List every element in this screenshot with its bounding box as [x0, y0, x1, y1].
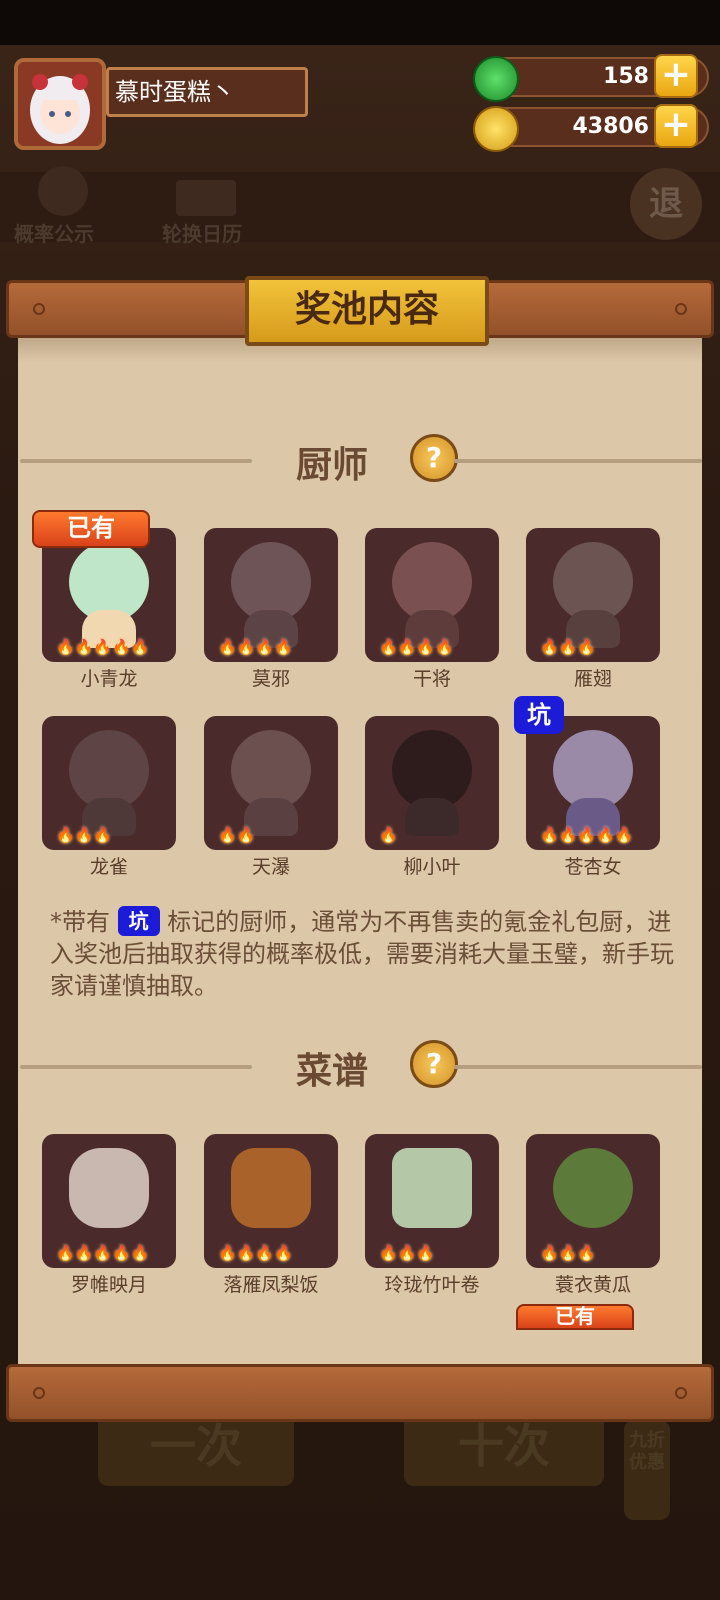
pit-tag: 坑	[514, 696, 564, 734]
chef-name: 天瀑	[251, 856, 290, 878]
chef-card[interactable]: 🔥🔥🔥🔥	[204, 528, 338, 662]
rarity-flames: 🔥🔥🔥🔥	[218, 638, 293, 656]
recipe-card[interactable]: 🔥🔥🔥	[526, 1134, 660, 1268]
nail	[33, 1387, 45, 1399]
calendar-icon[interactable]	[176, 180, 236, 216]
recipes-section-header: 菜谱 ?	[18, 1036, 702, 1096]
chef-card[interactable]: 🔥	[365, 716, 499, 850]
recipe-card[interactable]: 🔥🔥🔥🔥🔥	[42, 1134, 176, 1268]
divider-right	[454, 1065, 702, 1069]
chef-name: 苍杏女	[564, 856, 622, 878]
divider-right	[454, 459, 702, 463]
note-pit-tag: 坑	[117, 906, 160, 936]
recipe-name: 罗帷映月	[70, 1274, 147, 1296]
dish-image	[231, 1148, 311, 1228]
discount-badge: 九折优惠	[624, 1420, 670, 1520]
recipe-name: 落雁凤梨饭	[223, 1274, 319, 1296]
recipe-name: 玲珑竹叶卷	[384, 1274, 480, 1296]
dish-image	[553, 1148, 633, 1228]
rarity-flames: 🔥🔥🔥	[540, 1244, 597, 1262]
player-avatar[interactable]	[14, 58, 106, 150]
menu-strip	[0, 172, 720, 242]
exit-button[interactable]: 退	[630, 168, 702, 240]
recipes-heading: 菜谱	[295, 1051, 368, 1092]
owned-tag: 已有	[516, 1304, 634, 1330]
chef-card[interactable]: 🔥🔥🔥	[526, 528, 660, 662]
rarity-flames: 🔥🔥🔥🔥🔥	[56, 1244, 150, 1262]
chef-name: 龙雀	[89, 856, 128, 878]
chef-name: 柳小叶	[403, 856, 461, 878]
chef-body	[405, 798, 459, 836]
owned-tag: 已有	[32, 510, 150, 548]
chef-card[interactable]: 🔥🔥🔥🔥🔥	[526, 716, 660, 850]
recipe-card[interactable]: 🔥🔥🔥🔥	[204, 1134, 338, 1268]
rarity-flames: 🔥	[379, 826, 398, 844]
chef-card[interactable]: 🔥🔥🔥🔥🔥	[42, 528, 176, 662]
note-prefix: *带有	[50, 908, 110, 936]
scroll-bottom-rod	[6, 1364, 714, 1422]
rarity-flames: 🔥🔥🔥🔥🔥	[540, 826, 634, 844]
prize-pool-panel: 厨师 ? 🔥🔥🔥🔥🔥 小青龙 🔥🔥🔥🔥 莫邪 🔥🔥🔥🔥 干将 🔥🔥🔥 雁翅 已有…	[18, 338, 702, 1368]
player-name: 慕时蛋糕丶	[106, 67, 308, 117]
chef-card[interactable]: 🔥🔥🔥	[42, 716, 176, 850]
nail	[675, 1387, 687, 1399]
nail	[675, 303, 687, 315]
avatar-icon	[18, 62, 102, 146]
recipe-name: 蓑衣黄瓜	[554, 1274, 631, 1296]
chefs-help-button[interactable]: ?	[410, 434, 458, 482]
dish-image	[392, 1148, 472, 1228]
jade-icon	[473, 56, 519, 102]
chefs-heading: 厨师	[295, 445, 368, 486]
rarity-flames: 🔥🔥🔥	[540, 638, 597, 656]
divider-left	[20, 459, 252, 463]
chefs-section-header: 厨师 ?	[18, 430, 702, 490]
recipe-card[interactable]: 🔥🔥🔥	[365, 1134, 499, 1268]
calendar-label[interactable]: 轮换日历	[162, 218, 242, 247]
chef-name: 小青龙	[80, 668, 138, 690]
rarity-flames: 🔥🔥🔥	[56, 826, 113, 844]
rarity-flames: 🔥🔥	[218, 826, 256, 844]
add-coin-button[interactable]: +	[654, 104, 698, 148]
chef-card[interactable]: 🔥🔥	[204, 716, 338, 850]
probability-label[interactable]: 概率公示	[14, 218, 94, 247]
recipes-help-button[interactable]: ?	[410, 1040, 458, 1088]
chef-name: 雁翅	[573, 668, 612, 690]
rarity-flames: 🔥🔥🔥	[379, 1244, 436, 1262]
add-jade-button[interactable]: +	[654, 54, 698, 98]
panel-title: 奖池内容	[245, 276, 489, 346]
rarity-flames: 🔥🔥🔥🔥	[218, 1244, 293, 1262]
rarity-flames: 🔥🔥🔥🔥🔥	[56, 638, 150, 656]
status-bar	[0, 0, 720, 45]
nail	[33, 303, 45, 315]
pit-note: *带有 坑 标记的厨师，通常为不再售卖的氪金礼包厨，进入奖池后抽取获得的概率极低…	[50, 906, 680, 1002]
rarity-flames: 🔥🔥🔥🔥	[379, 638, 454, 656]
divider-left	[20, 1065, 252, 1069]
dish-image	[69, 1148, 149, 1228]
chef-name: 莫邪	[251, 668, 290, 690]
probability-icon[interactable]	[38, 166, 88, 216]
coin-icon	[473, 106, 519, 152]
chef-card[interactable]: 🔥🔥🔥🔥	[365, 528, 499, 662]
chef-name: 干将	[412, 668, 451, 690]
